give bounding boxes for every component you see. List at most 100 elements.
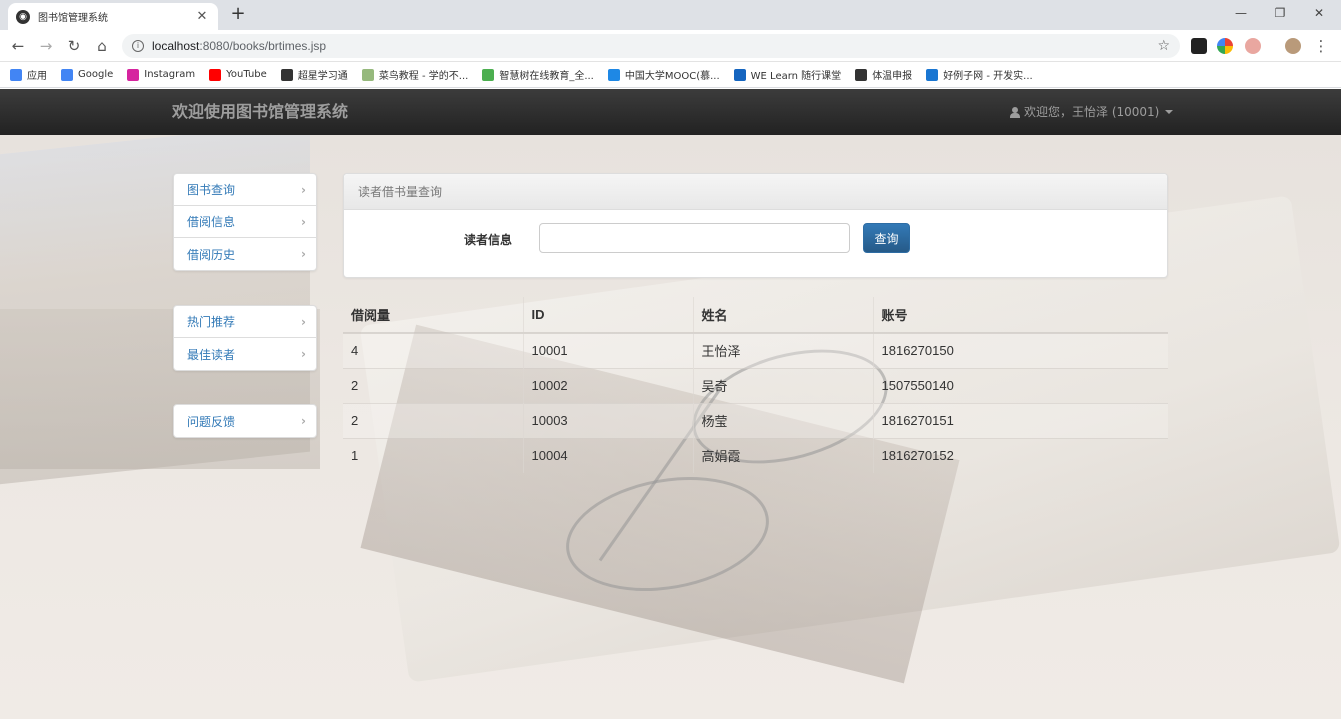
sidebar-item[interactable]: 最佳读者 › [174, 338, 316, 370]
table-cell: 1507550140 [873, 367, 1168, 403]
column-header: 姓名 [693, 297, 874, 334]
table-cell: 2 [343, 367, 524, 403]
column-header: ID [523, 297, 694, 334]
reader-info-input[interactable] [539, 223, 850, 253]
new-tab-button[interactable]: + [228, 4, 248, 24]
table-cell: 1 [343, 437, 524, 473]
bookmark-label: YouTube [226, 69, 267, 80]
table-row: 4 10001 王怡泽 1816270150 [343, 332, 1168, 368]
tab-title: 图书馆管理系统 [38, 13, 108, 24]
table-cell: 1816270152 [873, 437, 1168, 473]
user-label: 欢迎您，王怡泽 (10001) [1024, 105, 1160, 119]
instagram-icon [127, 68, 140, 81]
bookmark-label: Google [78, 69, 114, 80]
url-text[interactable]: localhost:8080/books/brtimes.jsp [152, 39, 1157, 53]
table-cell: 王怡泽 [693, 332, 874, 368]
top-navbar: 欢迎使用图书馆管理系统 欢迎您，王怡泽 (10001) [0, 89, 1341, 135]
extension-icon[interactable] [1191, 38, 1207, 54]
extension-cookie-icon[interactable] [1245, 38, 1261, 54]
bookmark-label: 好例子网 - 开发实... [943, 71, 1033, 82]
restore-icon[interactable]: ❐ [1262, 0, 1298, 26]
user-icon [1010, 106, 1020, 118]
table-cell: 10004 [523, 437, 694, 473]
chevron-right-icon: › [301, 182, 306, 197]
sidebar-item[interactable]: 图书查询 › [174, 174, 316, 206]
info-icon[interactable]: i [132, 40, 144, 52]
table-cell: 吴奇 [693, 367, 874, 403]
table-cell: 高娟霞 [693, 437, 874, 473]
sidebar-item[interactable]: 热门推荐 › [174, 306, 316, 338]
bookmark-item[interactable]: 好例子网 - 开发实... [926, 67, 1033, 82]
bookmark-label: 中国大学MOOC(慕... [624, 71, 720, 82]
bookmark-label: 菜鸟教程 - 学的不... [378, 71, 469, 82]
table-row: 2 10003 杨莹 1816270151 [343, 402, 1168, 438]
bookmark-star-icon[interactable]: ☆ [1157, 38, 1170, 54]
bookmark-item[interactable]: Instagram [127, 68, 195, 81]
chevron-right-icon: › [301, 347, 306, 361]
caret-down-icon [1165, 110, 1174, 114]
sidebar-item-label: 热门推荐 [187, 315, 236, 329]
results-table: 借阅量 ID 姓名 账号 4 10001 王怡泽 1816270150 2 10002 吴奇 150… [343, 297, 1168, 473]
bookmark-item[interactable]: 中国大学MOOC(慕... [607, 67, 720, 82]
minimize-icon[interactable]: — [1223, 0, 1259, 26]
sidebar-item[interactable]: 借阅信息 › [174, 206, 316, 238]
bookmark-item[interactable]: 智慧树在线教育_全... [482, 67, 594, 82]
browser-tab[interactable]: ◉ 图书馆管理系统 ✕ [8, 3, 218, 30]
close-window-icon[interactable]: ✕ [1301, 0, 1337, 26]
reload-icon[interactable]: ↻ [64, 36, 84, 56]
table-cell: 10001 [523, 332, 694, 368]
bookmark-item[interactable]: 超星学习通 [280, 67, 348, 82]
sidebar-item-label: 图书查询 [187, 183, 236, 197]
table-row: 1 10004 高娟霞 1816270152 [343, 437, 1168, 473]
sidebar-group-books: 图书查询 › 借阅信息 › 借阅历史 › [173, 173, 317, 271]
chevron-right-icon: › [301, 214, 306, 229]
sidebar-group-recommend: 热门推荐 › 最佳读者 › [173, 305, 317, 371]
bookmark-item[interactable]: Google [61, 68, 114, 81]
address-toolbar: ← → ↻ ⌂ i localhost:8080/books/brtimes.j… [0, 30, 1341, 62]
bookmark-item[interactable]: 应用 [10, 67, 47, 82]
chevron-right-icon: › [301, 247, 306, 261]
zhihuishu-icon [482, 68, 495, 81]
query-button[interactable]: 查询 [863, 223, 910, 253]
table-row: 2 10002 吴奇 1507550140 [343, 367, 1168, 403]
bookmark-label: 超星学习通 [297, 71, 348, 82]
bookmark-item[interactable]: 体温申报 [855, 67, 912, 82]
bookmark-label: 智慧树在线教育_全... [499, 71, 594, 82]
youtube-icon [209, 68, 222, 81]
address-bar[interactable]: i localhost:8080/books/brtimes.jsp ☆ [122, 34, 1180, 58]
bookmark-label: 应用 [27, 71, 47, 82]
user-dropdown[interactable]: 欢迎您，王怡泽 (10001) [1010, 89, 1174, 135]
close-icon[interactable]: ✕ [194, 9, 210, 24]
bookmark-item[interactable]: WE Learn 随行课堂 [733, 67, 841, 82]
brand-title[interactable]: 欢迎使用图书馆管理系统 [172, 89, 348, 135]
bookmark-item[interactable]: YouTube [209, 68, 267, 81]
panel-heading: 读者借书量查询 [344, 174, 1167, 210]
table-cell: 2 [343, 402, 524, 438]
runoob-icon [361, 68, 374, 81]
bookmark-item[interactable]: 菜鸟教程 - 学的不... [361, 67, 469, 82]
sidebar-item-label: 最佳读者 [187, 347, 236, 362]
table-header-row: 借阅量 ID 姓名 账号 [343, 297, 1168, 334]
sidebar-item-label: 借阅信息 [187, 215, 236, 229]
sidebar-item-label: 借阅历史 [187, 247, 236, 262]
table-cell: 10003 [523, 402, 694, 438]
column-header: 借阅量 [343, 297, 524, 334]
welearn-icon [733, 68, 746, 81]
avatar[interactable] [1285, 38, 1301, 54]
apps-grid-icon [10, 68, 22, 81]
google-icon [61, 68, 73, 81]
sidebar-group-feedback: 问题反馈 › [173, 404, 317, 438]
back-arrow-icon[interactable]: ← [8, 36, 28, 56]
globe-icon: ◉ [16, 9, 30, 24]
menu-dots-icon[interactable]: ⋮ [1311, 36, 1331, 56]
home-icon[interactable]: ⌂ [92, 36, 112, 56]
forward-arrow-icon[interactable]: → [36, 36, 56, 56]
reader-info-label: 读者信息 [464, 233, 513, 247]
table-cell: 杨莹 [693, 402, 874, 438]
extension-colorful-icon[interactable] [1217, 38, 1233, 54]
sidebar-item[interactable]: 借阅历史 › [174, 238, 316, 270]
sidebar-item[interactable]: 问题反馈 › [174, 405, 316, 437]
table-cell: 1816270151 [873, 402, 1168, 438]
table-body: 4 10001 王怡泽 1816270150 2 10002 吴奇 1507550140 2 10… [343, 332, 1168, 473]
bookmarks-bar: 应用 Google Instagram YouTube 超星学习通 菜鸟教程 - 学的不.… [0, 62, 1341, 88]
